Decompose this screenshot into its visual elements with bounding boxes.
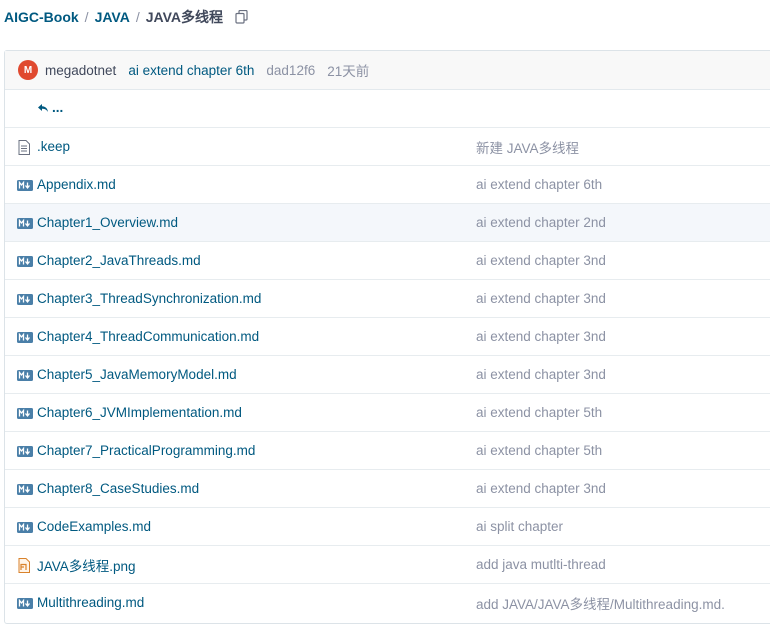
markdown-icon: [17, 215, 33, 231]
file-commit-message[interactable]: 新建 JAVA多线程: [476, 137, 579, 157]
file-name[interactable]: Chapter1_Overview.md: [37, 215, 178, 230]
file-name[interactable]: Chapter2_JavaThreads.md: [37, 253, 201, 268]
file-commit-message[interactable]: ai extend chapter 2nd: [476, 215, 606, 230]
file-name[interactable]: Chapter5_JavaMemoryModel.md: [37, 367, 237, 382]
file-commit-message[interactable]: add java mutlti-thread: [476, 557, 606, 572]
commit-message[interactable]: ai extend chapter 6th: [128, 63, 254, 78]
markdown-icon: [17, 481, 33, 497]
commit-time: 21天前: [327, 64, 370, 79]
file-name[interactable]: Chapter4_ThreadCommunication.md: [37, 329, 259, 344]
file-row[interactable]: Appendix.md ai extend chapter 6th: [5, 166, 770, 204]
copy-icon[interactable]: [235, 10, 248, 24]
file-row[interactable]: Chapter6_JVMImplementation.md ai extend …: [5, 394, 770, 432]
back-label: ...: [52, 100, 64, 115]
commit-sha[interactable]: dad12f6: [266, 63, 315, 78]
file-row[interactable]: Multithreading.md add JAVA/JAVA多线程/Multi…: [5, 584, 770, 621]
file-name[interactable]: Appendix.md: [37, 177, 116, 192]
file-row[interactable]: Chapter4_ThreadCommunication.md ai exten…: [5, 318, 770, 356]
file-row[interactable]: Chapter5_JavaMemoryModel.md ai extend ch…: [5, 356, 770, 394]
back-link[interactable]: ...: [37, 100, 63, 115]
file-commit-message[interactable]: add JAVA/JAVA多线程/Multithreading.md.: [476, 593, 725, 613]
file-row[interactable]: CodeExamples.md ai split chapter: [5, 508, 770, 546]
avatar[interactable]: M: [18, 60, 38, 80]
reply-arrow-icon: [38, 103, 48, 112]
file-commit-message[interactable]: ai extend chapter 3nd: [476, 367, 606, 382]
markdown-icon: [17, 519, 33, 535]
file-commit-message[interactable]: ai extend chapter 5th: [476, 405, 602, 420]
markdown-icon: [17, 253, 33, 269]
file-row[interactable]: Chapter8_CaseStudies.md ai extend chapte…: [5, 470, 770, 508]
file-name[interactable]: Chapter7_PracticalProgramming.md: [37, 443, 255, 458]
file-row[interactable]: JAVA多线程.png add java mutlti-thread: [5, 546, 770, 584]
file-name[interactable]: CodeExamples.md: [37, 519, 151, 534]
file-row[interactable]: .keep 新建 JAVA多线程: [5, 128, 770, 166]
file-text-icon: [17, 139, 33, 155]
file-row[interactable]: Chapter1_Overview.md ai extend chapter 2…: [5, 204, 770, 242]
file-commit-message[interactable]: ai extend chapter 6th: [476, 177, 602, 192]
file-row[interactable]: Chapter2_JavaThreads.md ai extend chapte…: [5, 242, 770, 280]
breadcrumb-item-aigc-book[interactable]: AIGC-Book: [4, 9, 79, 25]
file-commit-message[interactable]: ai extend chapter 3nd: [476, 481, 606, 496]
breadcrumb-separator: /: [135, 9, 140, 25]
file-browser-panel: M megadotnet ai extend chapter 6th dad12…: [4, 50, 770, 624]
file-row[interactable]: Chapter3_ThreadSynchronization.md ai ext…: [5, 280, 770, 318]
breadcrumb-current: JAVA多线程: [145, 9, 224, 25]
breadcrumb-item-java[interactable]: JAVA: [95, 9, 130, 25]
parent-directory-row[interactable]: ...: [5, 90, 770, 128]
commit-author[interactable]: megadotnet: [45, 63, 116, 78]
markdown-icon: [17, 177, 33, 193]
file-name[interactable]: .keep: [37, 139, 70, 154]
file-commit-message[interactable]: ai extend chapter 3nd: [476, 291, 606, 306]
file-name[interactable]: Chapter6_JVMImplementation.md: [37, 405, 242, 420]
file-name[interactable]: JAVA多线程.png: [37, 555, 136, 575]
file-row[interactable]: Chapter7_PracticalProgramming.md ai exte…: [5, 432, 770, 470]
markdown-icon: [17, 367, 33, 383]
markdown-icon: [17, 405, 33, 421]
file-commit-message[interactable]: ai split chapter: [476, 519, 563, 534]
markdown-icon: [17, 443, 33, 459]
file-commit-message[interactable]: ai extend chapter 5th: [476, 443, 602, 458]
markdown-icon: [17, 291, 33, 307]
breadcrumb-separator: /: [84, 9, 89, 25]
file-name[interactable]: Chapter3_ThreadSynchronization.md: [37, 291, 261, 306]
latest-commit-bar: M megadotnet ai extend chapter 6th dad12…: [5, 51, 770, 90]
markdown-icon: [17, 329, 33, 345]
image-file-icon: [17, 557, 33, 573]
file-commit-message[interactable]: ai extend chapter 3nd: [476, 329, 606, 344]
file-commit-message[interactable]: ai extend chapter 3nd: [476, 253, 606, 268]
markdown-icon: [17, 595, 33, 611]
file-name[interactable]: Multithreading.md: [37, 595, 144, 610]
breadcrumb: AIGC-Book / JAVA / JAVA多线程: [4, 4, 248, 30]
file-name[interactable]: Chapter8_CaseStudies.md: [37, 481, 199, 496]
